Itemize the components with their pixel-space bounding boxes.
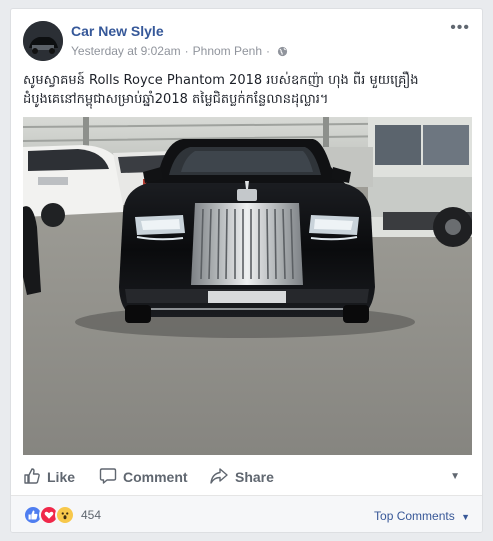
share-arrow-icon xyxy=(209,467,235,488)
more-options-icon[interactable]: ••• xyxy=(450,19,470,37)
caption-line-2: ដំបូងគេនៅកម្ពុជាសម្រាប់ឆ្នាំ2018 តម្លៃជិ… xyxy=(23,92,329,107)
post-meta: Yesterday at 9:02am · Phnom Penh · xyxy=(71,44,288,60)
post-photo[interactable] xyxy=(23,117,472,455)
page-avatar[interactable] xyxy=(23,21,63,61)
post-timestamp[interactable]: Yesterday at 9:02am xyxy=(71,44,181,58)
post-footer: 454 Top Comments ▼ xyxy=(11,496,482,532)
reactions-summary[interactable]: 454 xyxy=(23,505,102,525)
share-label: Share xyxy=(235,469,274,485)
avatar-car-image xyxy=(23,21,63,61)
like-button[interactable]: Like xyxy=(23,465,75,489)
caption-line-1: សូមស្វាគមន៍ Rolls Royce Phantom 2018 របស… xyxy=(23,73,419,88)
caret-down-icon: ▼ xyxy=(461,512,470,522)
post-actions-bar: Like Comment Share ▼ xyxy=(11,459,482,496)
top-comments-label: Top Comments xyxy=(374,509,455,523)
page-name-link[interactable]: Car New Slyle xyxy=(71,23,164,39)
meta-separator: · xyxy=(266,44,271,58)
car-photo-illustration xyxy=(23,117,472,455)
share-button[interactable]: Share xyxy=(209,465,274,489)
top-comments-dropdown[interactable]: Top Comments ▼ xyxy=(374,509,470,523)
globe-icon[interactable] xyxy=(277,46,288,60)
post-card: Car New Slyle Yesterday at 9:02am · Phnom … xyxy=(10,8,483,533)
wow-reaction-icon xyxy=(55,505,75,525)
reaction-count: 454 xyxy=(81,508,102,522)
post-caption: សូមស្វាគមន៍ Rolls Royce Phantom 2018 របស… xyxy=(23,71,470,109)
post-location[interactable]: Phnom Penh xyxy=(193,44,262,58)
comment-label: Comment xyxy=(123,469,188,485)
comment-bubble-icon xyxy=(99,467,123,488)
like-label: Like xyxy=(47,469,76,485)
thumbs-up-icon xyxy=(23,467,47,488)
share-dropdown-icon[interactable]: ▼ xyxy=(450,471,460,482)
post-header: Car New Slyle Yesterday at 9:02am · Phnom … xyxy=(23,19,470,63)
comment-button[interactable]: Comment xyxy=(99,465,188,489)
meta-separator: · xyxy=(184,44,189,58)
